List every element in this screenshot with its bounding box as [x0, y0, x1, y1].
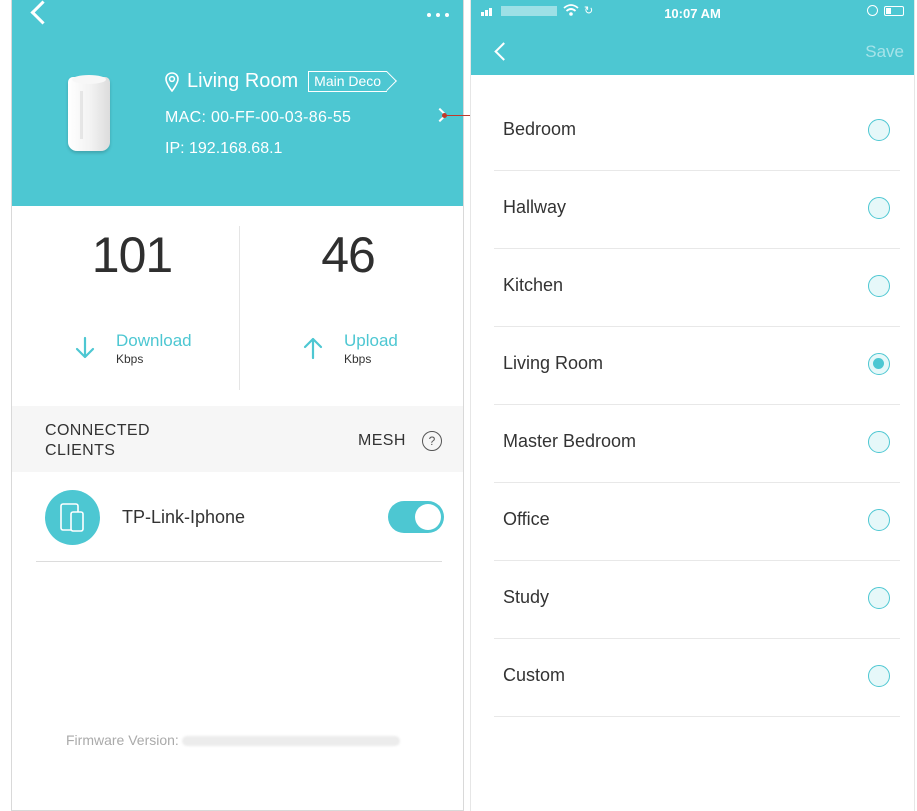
firmware-version: Firmware Version:	[66, 732, 400, 748]
location-option[interactable]: Living Room	[494, 327, 900, 405]
firmware-label: Firmware Version:	[66, 732, 179, 748]
save-button[interactable]: Save	[865, 42, 904, 62]
radio-selected-icon[interactable]	[868, 353, 890, 375]
upload-stat: 46	[248, 225, 448, 285]
download-label-row: Download Kbps	[74, 331, 192, 367]
mesh-label: MESH	[358, 432, 406, 449]
back-icon[interactable]	[30, 0, 55, 25]
location-option-label: Master Bedroom	[503, 431, 637, 451]
arrow-down-icon	[75, 336, 95, 359]
location-option-label: Office	[503, 509, 550, 529]
phone-tablet-icon	[60, 503, 84, 532]
client-device-avatar	[45, 490, 100, 545]
stats-divider	[239, 226, 240, 390]
back-icon[interactable]	[494, 42, 513, 61]
radio-unselected-icon[interactable]	[868, 509, 890, 531]
location-option[interactable]: Office	[494, 483, 900, 561]
client-row[interactable]: TP-Link-Iphone	[36, 472, 444, 562]
nav-bar: ↻ 10:07 AM Save	[471, 0, 914, 75]
rotation-lock-icon	[867, 5, 878, 16]
connected-clients-header: CONNECTED CLIENTS MESH ?	[12, 406, 463, 472]
connected-clients-title: CONNECTED CLIENTS	[45, 422, 150, 459]
deco-device-image	[68, 75, 110, 151]
location-picker-screen: ↻ 10:07 AM Save Bedroom Hallway Kitchen Liv…	[470, 0, 915, 811]
download-unit: Kbps	[116, 352, 144, 366]
ip-address: IP: 192.168.68.1	[165, 140, 283, 157]
battery-icon	[884, 5, 904, 16]
device-header: Living Room Main Deco MAC: 00-FF-00-03-8…	[12, 0, 463, 206]
location-options-list: Bedroom Hallway Kitchen Living Room Master B…	[494, 93, 900, 717]
radio-unselected-icon[interactable]	[868, 665, 890, 687]
download-value: 101	[91, 227, 173, 283]
device-location-row[interactable]: Living Room Main Deco	[165, 70, 388, 93]
help-icon[interactable]: ?	[422, 431, 442, 451]
download-stat: 101	[32, 225, 232, 285]
location-option-label: Bedroom	[503, 119, 577, 139]
radio-unselected-icon[interactable]	[868, 119, 890, 141]
more-options-icon[interactable]	[427, 13, 449, 17]
download-label: Download	[116, 331, 192, 350]
location-option[interactable]: Master Bedroom	[494, 405, 900, 483]
status-right-icons	[867, 5, 904, 16]
location-option[interactable]: Hallway	[494, 171, 900, 249]
location-option-label: Living Room	[503, 353, 604, 373]
status-time: 10:07 AM	[664, 6, 721, 21]
upload-value: 46	[321, 227, 376, 283]
mac-address: MAC: 00-FF-00-03-86-55	[165, 109, 352, 126]
mesh-toggle[interactable]	[388, 501, 444, 533]
radio-unselected-icon[interactable]	[868, 431, 890, 453]
upload-unit: Kbps	[344, 352, 372, 366]
main-deco-badge: Main Deco	[308, 71, 388, 92]
location-option[interactable]: Kitchen	[494, 249, 900, 327]
location-option-label: Kitchen	[503, 275, 564, 295]
firmware-value-redacted	[181, 736, 400, 747]
upload-label: Upload	[344, 331, 398, 350]
location-pin-icon	[165, 71, 179, 92]
client-name: TP-Link-Iphone	[122, 507, 246, 527]
location-option-label: Custom	[503, 665, 566, 685]
upload-label-row: Upload Kbps	[302, 331, 398, 367]
radio-unselected-icon[interactable]	[868, 587, 890, 609]
radio-unselected-icon[interactable]	[868, 275, 890, 297]
arrow-up-icon	[303, 337, 323, 360]
location-option[interactable]: Custom	[494, 639, 900, 717]
location-option-label: Hallway	[503, 197, 567, 217]
location-option[interactable]: Bedroom	[494, 93, 900, 171]
location-option[interactable]: Study	[494, 561, 900, 639]
radio-unselected-icon[interactable]	[868, 197, 890, 219]
status-bar: ↻ 10:07 AM	[471, 0, 914, 22]
location-option-label: Study	[503, 587, 550, 607]
device-location-name: Living Room	[187, 70, 299, 92]
device-detail-screen: Living Room Main Deco MAC: 00-FF-00-03-8…	[11, 0, 464, 811]
